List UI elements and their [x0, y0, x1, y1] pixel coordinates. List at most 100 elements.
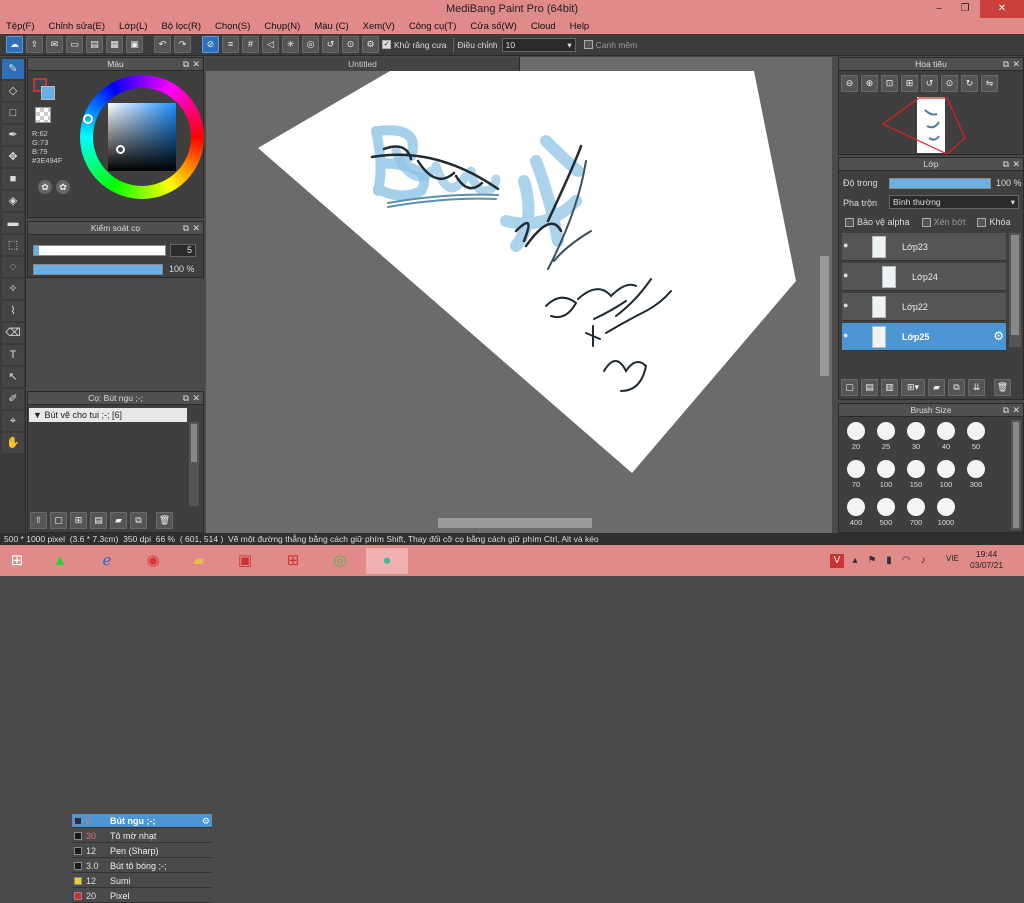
- brush-size-preset[interactable]: 500: [872, 495, 900, 533]
- close-button[interactable]: ✕: [980, 0, 1024, 18]
- move-tool-icon[interactable]: ✥: [2, 147, 24, 167]
- document-tab[interactable]: Untitled: [206, 57, 520, 71]
- close-icon[interactable]: ✕: [192, 392, 200, 405]
- brush-size-scrollbar[interactable]: [1011, 420, 1021, 530]
- flag-icon[interactable]: ⚑: [865, 548, 879, 574]
- select-tool-icon[interactable]: ⬚: [2, 235, 24, 255]
- close-icon[interactable]: ✕: [192, 222, 200, 235]
- saturation-square[interactable]: [108, 103, 176, 171]
- layer-row[interactable]: ● Lớp25 ⚙: [842, 323, 1006, 351]
- menu-filter[interactable]: Bộ lọc(R): [161, 21, 201, 32]
- close-icon[interactable]: ✕: [192, 58, 200, 71]
- undo-icon[interactable]: ↶: [154, 36, 171, 53]
- bluestacks-icon[interactable]: ▲: [45, 548, 75, 574]
- clock[interactable]: 19:44 03/07/21: [970, 549, 1003, 571]
- menu-color[interactable]: Màu (C): [314, 21, 348, 32]
- navigator-preview[interactable]: [839, 96, 1023, 154]
- brush-size-slider[interactable]: [33, 245, 166, 256]
- layer-scrollbar[interactable]: [1009, 233, 1021, 347]
- eye-icon[interactable]: ●: [843, 300, 848, 310]
- trash-icon[interactable]: 🗑: [994, 378, 1011, 396]
- folder-icon[interactable]: ▰: [110, 511, 127, 529]
- wifi-icon[interactable]: ◠: [899, 548, 913, 574]
- brush-settings-icon[interactable]: ▤: [90, 511, 107, 529]
- snap-checkbox[interactable]: [583, 40, 593, 49]
- windows-start-icon[interactable]: ⊞: [2, 548, 32, 574]
- lasso-tool-icon[interactable]: ◌: [2, 257, 24, 277]
- zoom-in-icon[interactable]: ⊕: [861, 75, 878, 92]
- page-icon[interactable]: ▤: [86, 36, 103, 53]
- no-snap-icon[interactable]: ⊘: [202, 36, 219, 53]
- grid-snap-icon[interactable]: #: [242, 36, 259, 53]
- canvas-paper[interactable]: [258, 71, 796, 473]
- operation-tool-icon[interactable]: ↖: [2, 367, 24, 387]
- restore-button[interactable]: ❐: [952, 0, 978, 18]
- perspective-snap-icon[interactable]: ◁: [262, 36, 279, 53]
- duplicate-layer-icon[interactable]: ⧉: [948, 378, 965, 396]
- select-eraser-icon[interactable]: ⌫: [2, 323, 24, 343]
- actual-size-icon[interactable]: ⊞: [901, 75, 918, 92]
- text-tool-icon[interactable]: T: [2, 345, 24, 365]
- brush-size-preset[interactable]: 100: [932, 457, 960, 495]
- bucket-tool-icon[interactable]: ◈: [2, 191, 24, 211]
- eye-icon[interactable]: ●: [843, 330, 848, 340]
- brush-size-preset[interactable]: 30: [902, 419, 930, 457]
- redo-icon[interactable]: ↷: [174, 36, 191, 53]
- divide-tool-icon[interactable]: ✐: [2, 389, 24, 409]
- folder-icon[interactable]: ▰: [928, 378, 945, 396]
- layer-row[interactable]: ● Lớp22: [842, 293, 1006, 321]
- brush-list-item[interactable]: 5 Bút ngu ;-; ⚙: [72, 814, 212, 828]
- brush-size-preset[interactable]: 300: [962, 457, 990, 495]
- share-icon[interactable]: ⇪: [26, 36, 43, 53]
- menu-layer[interactable]: Lớp(L): [119, 21, 147, 32]
- menu-select[interactable]: Chọn(S): [215, 21, 250, 32]
- brush-list-scrollbar[interactable]: [189, 422, 199, 506]
- file-explorer-icon[interactable]: ▰: [184, 548, 214, 574]
- radial-snap-icon[interactable]: ✳: [282, 36, 299, 53]
- antialias-checkbox[interactable]: ✓: [382, 40, 391, 49]
- popout-icon[interactable]: ⧉: [183, 58, 189, 71]
- brush-group-row[interactable]: ▼ Bút vẽ cho tui ;-; [6]: [29, 408, 187, 422]
- new-brush-icon[interactable]: ▢: [50, 511, 67, 529]
- sub-color-swatch[interactable]: [41, 86, 55, 100]
- menu-help[interactable]: Help: [570, 21, 590, 32]
- ie-icon[interactable]: ℯ: [92, 548, 122, 574]
- layer-row[interactable]: ● Lớp23: [842, 233, 1006, 261]
- layer-opacity-slider[interactable]: [889, 178, 991, 189]
- shape-tool-icon[interactable]: ■: [2, 169, 24, 189]
- parallel-snap-icon[interactable]: ≡: [222, 36, 239, 53]
- brush-opacity-slider[interactable]: [33, 264, 163, 275]
- trash-icon[interactable]: 🗑: [156, 511, 173, 529]
- hand-tool-icon[interactable]: ✋: [2, 433, 24, 453]
- brush-size-preset[interactable]: 400: [842, 495, 870, 533]
- brush-size-preset[interactable]: 150: [902, 457, 930, 495]
- popout-icon[interactable]: ⧉: [183, 392, 189, 405]
- brush-list-item[interactable]: 20 Pixel: [72, 889, 212, 903]
- select-pen-icon[interactable]: ⌇: [2, 301, 24, 321]
- rotate-reset-icon[interactable]: ⊙: [941, 75, 958, 92]
- menu-capture[interactable]: Chụp(N): [264, 21, 300, 32]
- settings-icon[interactable]: ⚙: [362, 36, 379, 53]
- transparent-swatch[interactable]: [35, 107, 51, 123]
- upload-icon[interactable]: ⇧: [30, 511, 47, 529]
- chrome-icon[interactable]: ◉: [138, 548, 168, 574]
- menu-window[interactable]: Cửa số(W): [470, 21, 516, 32]
- eye-icon[interactable]: ●: [843, 240, 848, 250]
- brush-list-item[interactable]: 3.0 Bút tô bóng ;-;: [72, 859, 212, 873]
- menu-file[interactable]: Tệp(F): [6, 21, 35, 32]
- powerpoint-icon[interactable]: ▣: [230, 548, 260, 574]
- magic-wand-icon[interactable]: ✧: [2, 279, 24, 299]
- gear-icon[interactable]: ⚙: [202, 814, 210, 828]
- rotate-right-icon[interactable]: ↻: [961, 75, 978, 92]
- brush-list-item[interactable]: 12 Sumi: [72, 874, 212, 888]
- clip-checkbox[interactable]: [921, 217, 931, 227]
- comment-icon[interactable]: ✉: [46, 36, 63, 53]
- rotate-left-icon[interactable]: ↺: [921, 75, 938, 92]
- adjust-select[interactable]: 10 ▾: [501, 37, 576, 52]
- fit-icon[interactable]: ⊡: [881, 75, 898, 92]
- eraser-tool-icon[interactable]: ◇: [2, 81, 24, 101]
- brush-size-preset[interactable]: 50: [962, 419, 990, 457]
- panel-icon[interactable]: ▣: [126, 36, 143, 53]
- color-picker-handle[interactable]: [116, 145, 125, 154]
- new-8bit-layer-icon[interactable]: ▥: [881, 378, 898, 396]
